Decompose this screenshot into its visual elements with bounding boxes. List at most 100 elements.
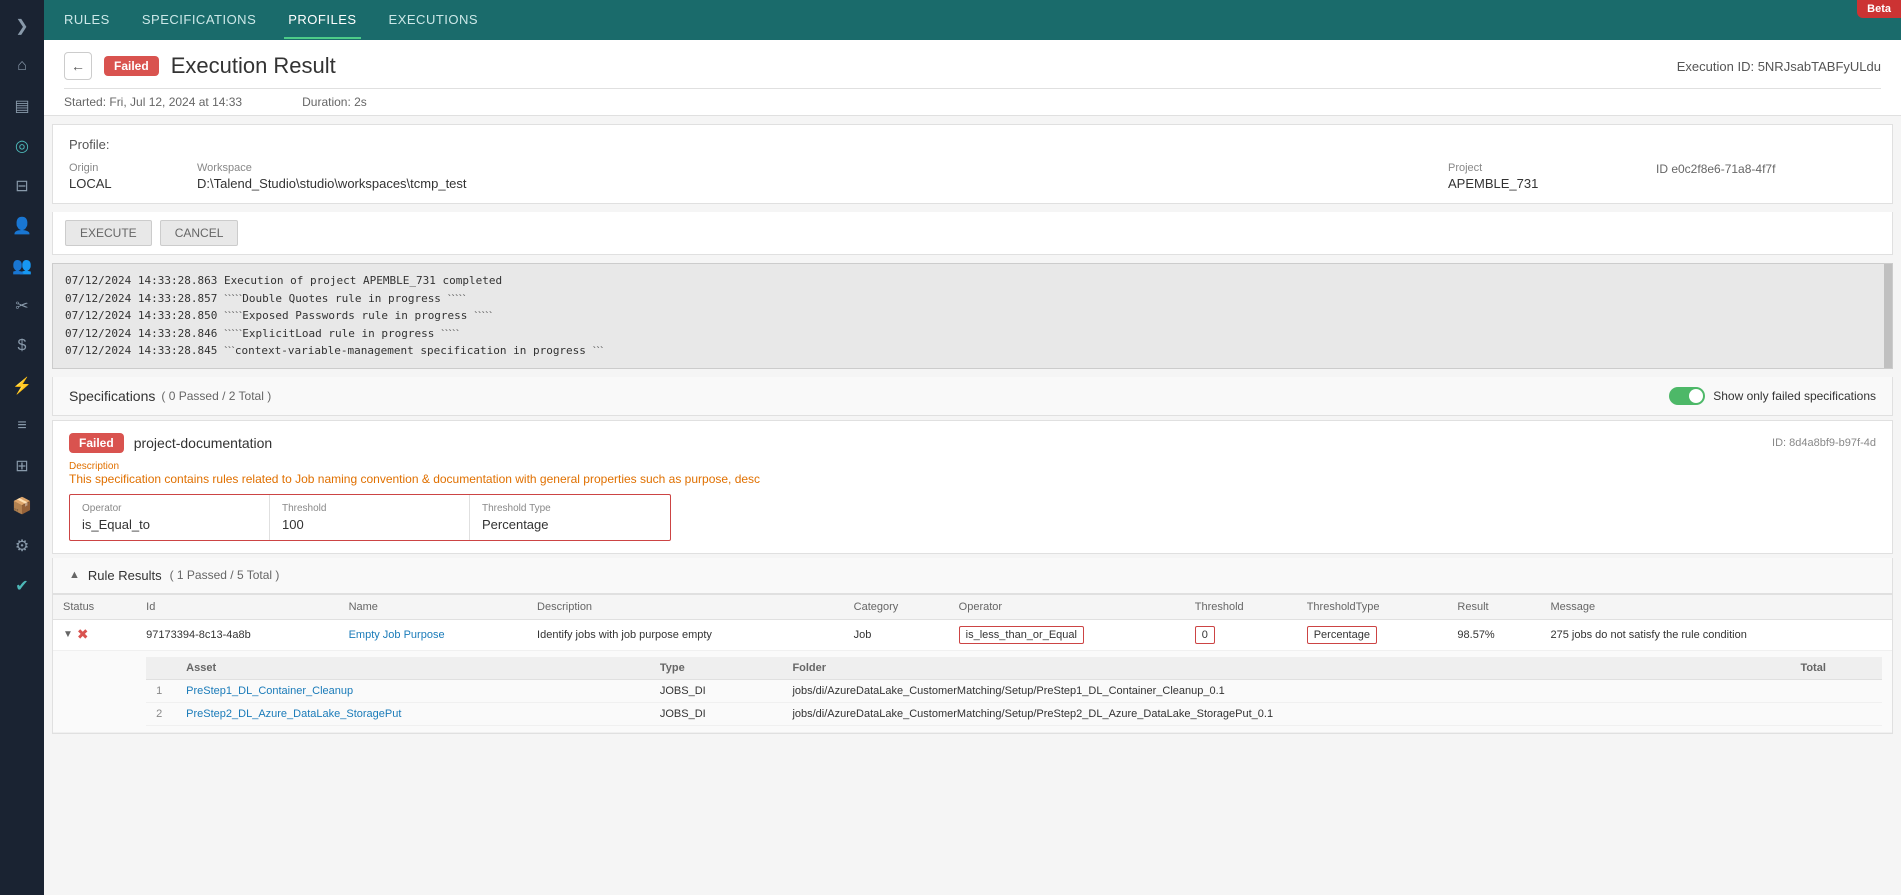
sub-row-total-1	[1790, 679, 1882, 702]
execute-button[interactable]: EXECUTE	[65, 220, 152, 246]
top-navigation: RULES SPECIFICATIONS PROFILES EXECUTIONS…	[44, 0, 1901, 40]
main-content: RULES SPECIFICATIONS PROFILES EXECUTIONS…	[44, 0, 1901, 895]
log-section[interactable]: 07/12/2024 14:33:28.863 Execution of pro…	[52, 263, 1893, 369]
project-field: Project APEMBLE_731	[1448, 162, 1648, 191]
threshold-type-label: Threshold Type	[482, 503, 658, 514]
sub-table-row: 1 PreStep1_DL_Container_Cleanup JOBS_DI …	[146, 679, 1882, 702]
col-id: Id	[136, 595, 338, 620]
sub-asset-link-2[interactable]: PreStep2_DL_Azure_DataLake_StoragePut	[186, 708, 401, 720]
sub-row-asset-2: PreStep2_DL_Azure_DataLake_StoragePut	[176, 702, 650, 725]
col-name: Name	[339, 595, 527, 620]
sidebar-layers-icon[interactable]: ▤	[4, 88, 40, 124]
sub-row-type-1: JOBS_DI	[650, 679, 783, 702]
rule-results-table-container: Status Id Name Description Category Oper…	[52, 594, 1893, 734]
sidebar-check-icon[interactable]: ✔	[4, 568, 40, 604]
toggle-container: Show only failed specifications	[1669, 387, 1876, 405]
spec-id: ID: 8d4a8bf9-b97f-4d	[1772, 437, 1876, 449]
row-threshold: 0	[1185, 619, 1297, 650]
col-threshold: Threshold	[1185, 595, 1297, 620]
col-operator: Operator	[949, 595, 1185, 620]
sidebar-list-icon[interactable]: ≡	[4, 408, 40, 444]
spec-status-badge: Failed	[69, 433, 124, 453]
sub-col-folder: Folder	[782, 657, 1790, 680]
back-button[interactable]: ←	[64, 52, 92, 80]
nav-specifications[interactable]: SPECIFICATIONS	[138, 2, 260, 39]
sub-table-container: Asset Type Folder Total 1 Pr	[136, 650, 1892, 732]
collapse-icon[interactable]: ▲	[69, 569, 80, 581]
nav-rules[interactable]: RULES	[60, 2, 114, 39]
execution-id: Execution ID: 5NRJsabTABFyULdu	[1677, 59, 1881, 74]
sidebar-archive-icon[interactable]: 📦	[4, 488, 40, 524]
toolbar: EXECUTE CANCEL	[52, 212, 1893, 255]
row-fail-icon: ✖	[77, 626, 89, 643]
specifications-header: Specifications ( 0 Passed / 2 Total ) Sh…	[52, 377, 1893, 416]
operator-value: is_Equal_to	[82, 517, 257, 532]
sub-row-folder-2: jobs/di/AzureDataLake_CustomerMatching/S…	[782, 702, 1790, 725]
col-status: Status	[53, 595, 136, 620]
sub-table-header-row: Asset Type Folder Total 1 Pr	[53, 650, 1892, 732]
sidebar-settings-icon[interactable]: ⚙	[4, 528, 40, 564]
nav-executions[interactable]: EXECUTIONS	[385, 2, 483, 39]
col-description: Description	[527, 595, 844, 620]
project-label: Project	[1448, 162, 1648, 174]
sidebar-tag-icon[interactable]: $	[4, 328, 40, 364]
started-label: Started: Fri, Jul 12, 2024 at 14:33	[64, 95, 242, 109]
sidebar-bolt-icon[interactable]: ⚡	[4, 368, 40, 404]
status-badge: Failed	[104, 56, 159, 76]
expand-icon[interactable]: ▼	[63, 629, 73, 640]
col-result: Result	[1447, 595, 1540, 620]
spec-description-label: Description	[69, 461, 1876, 472]
row-name[interactable]: Empty Job Purpose	[339, 619, 527, 650]
beta-badge: Beta	[1857, 0, 1901, 18]
sidebar-eye-icon[interactable]: ◎	[4, 128, 40, 164]
profile-label: Profile:	[69, 137, 1876, 152]
workspace-value: D:\Talend_Studio\studio\workspaces\tcmp_…	[197, 176, 1440, 191]
page-title: Execution Result	[171, 53, 336, 79]
threshold-type-value: Percentage	[482, 517, 658, 532]
origin-label: Origin	[69, 162, 189, 174]
spec-card: Failed project-documentation ID: 8d4a8bf…	[52, 420, 1893, 554]
project-value: APEMBLE_731	[1448, 176, 1648, 191]
toggle-label: Show only failed specifications	[1713, 389, 1876, 403]
toggle-knob	[1689, 389, 1703, 403]
workspace-label: Workspace	[197, 162, 1440, 174]
row-name-link[interactable]: Empty Job Purpose	[349, 629, 445, 641]
profile-id-value: ID e0c2f8e6-71a8-4f7f	[1656, 162, 1876, 176]
log-scrollbar[interactable]	[1884, 264, 1892, 368]
spec-desc-section: Description This specification contains …	[69, 461, 1876, 486]
col-message: Message	[1541, 595, 1892, 620]
sidebar-users-icon[interactable]: 👥	[4, 248, 40, 284]
spec-card-header: Failed project-documentation ID: 8d4a8bf…	[69, 433, 1876, 453]
sidebar-collapse-icon[interactable]: ❯	[4, 8, 40, 44]
sidebar-server-icon[interactable]: ⊟	[4, 168, 40, 204]
sub-results-table: Asset Type Folder Total 1 Pr	[146, 657, 1882, 726]
row-description: Identify jobs with job purpose empty	[527, 619, 844, 650]
nav-profiles[interactable]: PROFILES	[284, 2, 360, 39]
sidebar-grid-icon[interactable]: ⊞	[4, 448, 40, 484]
sidebar-tool-icon[interactable]: ✂	[4, 288, 40, 324]
rule-results-header: ▲ Rule Results ( 1 Passed / 5 Total )	[52, 558, 1893, 594]
sub-row-num-1: 1	[146, 679, 176, 702]
row-expand[interactable]: ▼ ✖	[53, 619, 136, 650]
row-thresholdtype-value: Percentage	[1307, 626, 1377, 644]
profile-id-field: ID e0c2f8e6-71a8-4f7f	[1656, 162, 1876, 191]
sub-row-total-2	[1790, 702, 1882, 725]
cancel-button[interactable]: CANCEL	[160, 220, 239, 246]
sidebar-user-icon[interactable]: 👤	[4, 208, 40, 244]
sub-table-row: 2 PreStep2_DL_Azure_DataLake_StoragePut …	[146, 702, 1882, 725]
duration-label: Duration: 2s	[302, 95, 367, 109]
col-thresholdtype: ThresholdType	[1297, 595, 1448, 620]
sidebar-home-icon[interactable]: ⌂	[4, 48, 40, 84]
sub-row-folder-1: jobs/di/AzureDataLake_CustomerMatching/S…	[782, 679, 1790, 702]
failed-only-toggle[interactable]	[1669, 387, 1705, 405]
threshold-field: Threshold 100	[270, 495, 470, 540]
spec-fields: Operator is_Equal_to Threshold 100 Thres…	[69, 494, 671, 541]
profile-section: Profile: Origin LOCAL Workspace D:\Talen…	[52, 124, 1893, 204]
sub-col-asset: Asset	[176, 657, 650, 680]
row-result: 98.57%	[1447, 619, 1540, 650]
sub-asset-link-1[interactable]: PreStep1_DL_Container_Cleanup	[186, 685, 353, 697]
row-thresholdtype: Percentage	[1297, 619, 1448, 650]
origin-value: LOCAL	[69, 176, 189, 191]
threshold-value: 100	[282, 517, 457, 532]
spec-description: This specification contains rules relate…	[69, 472, 1876, 486]
